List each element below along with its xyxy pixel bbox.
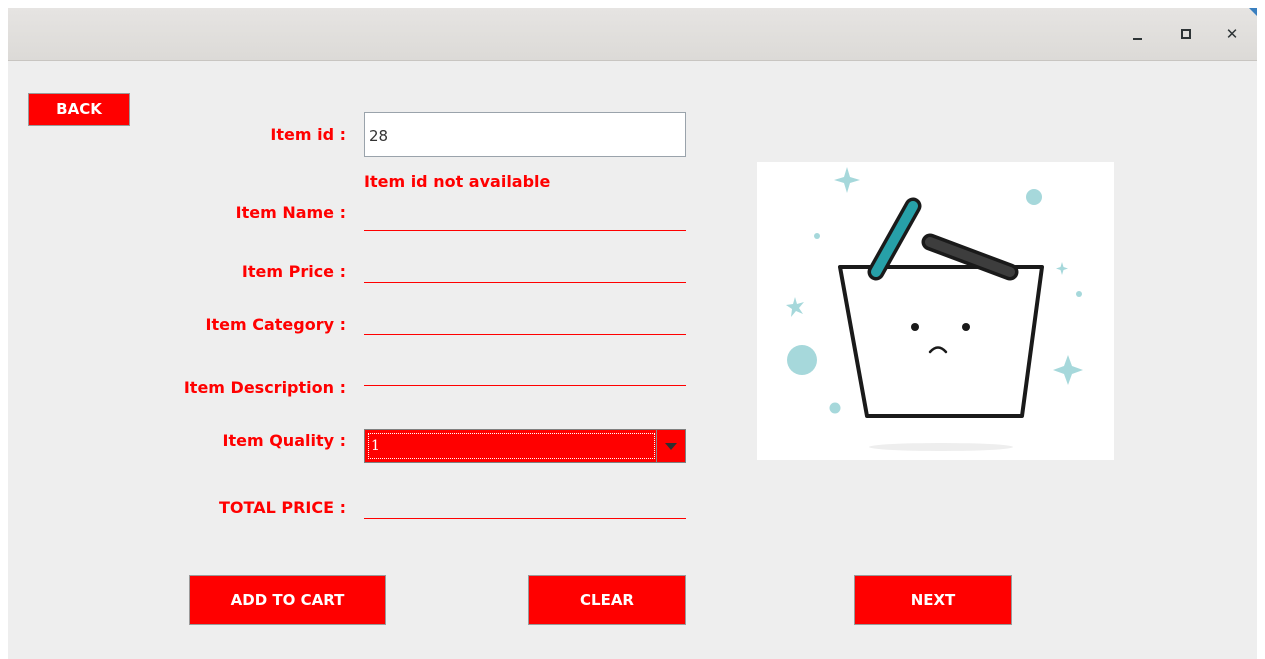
item-quality-dropdown[interactable]: 1 xyxy=(364,429,686,463)
close-icon: ✕ xyxy=(1225,24,1239,43)
next-button[interactable]: NEXT xyxy=(854,575,1012,625)
item-id-error-message: Item id not available xyxy=(364,172,551,191)
total-price-field xyxy=(364,518,686,519)
item-quality-label: Item Quality : xyxy=(222,431,347,450)
empty-cart-illustration xyxy=(757,162,1114,460)
add-to-cart-button[interactable]: ADD TO CART xyxy=(189,575,386,625)
item-price-field xyxy=(364,282,686,283)
item-name-label: Item Name : xyxy=(235,203,346,222)
maximize-button[interactable] xyxy=(1174,22,1198,46)
total-price-label: TOTAL PRICE : xyxy=(219,498,346,517)
item-name-field xyxy=(364,230,686,231)
app-window: ✕ BACK Item id : Item id not available I… xyxy=(8,8,1257,659)
maximize-icon xyxy=(1181,29,1191,39)
empty-basket-icon xyxy=(786,167,1083,451)
minimize-button[interactable] xyxy=(1125,22,1149,46)
item-description-field xyxy=(364,385,686,386)
clear-button[interactable]: CLEAR xyxy=(528,575,686,625)
minimize-icon xyxy=(1132,37,1142,41)
item-quality-selected-value: 1 xyxy=(368,433,655,459)
chevron-down-icon xyxy=(665,442,677,450)
item-category-field xyxy=(364,334,686,335)
close-button[interactable]: ✕ xyxy=(1220,22,1244,46)
item-id-label: Item id : xyxy=(270,125,346,144)
item-price-label: Item Price : xyxy=(241,262,346,281)
item-category-label: Item Category : xyxy=(205,315,346,334)
back-button[interactable]: BACK xyxy=(28,93,130,126)
title-bar: ✕ xyxy=(8,8,1257,61)
item-id-input[interactable] xyxy=(364,112,686,157)
item-description-label: Item Description : xyxy=(183,378,346,397)
corner-accent xyxy=(1249,8,1257,16)
dropdown-arrow-button[interactable] xyxy=(656,430,685,462)
